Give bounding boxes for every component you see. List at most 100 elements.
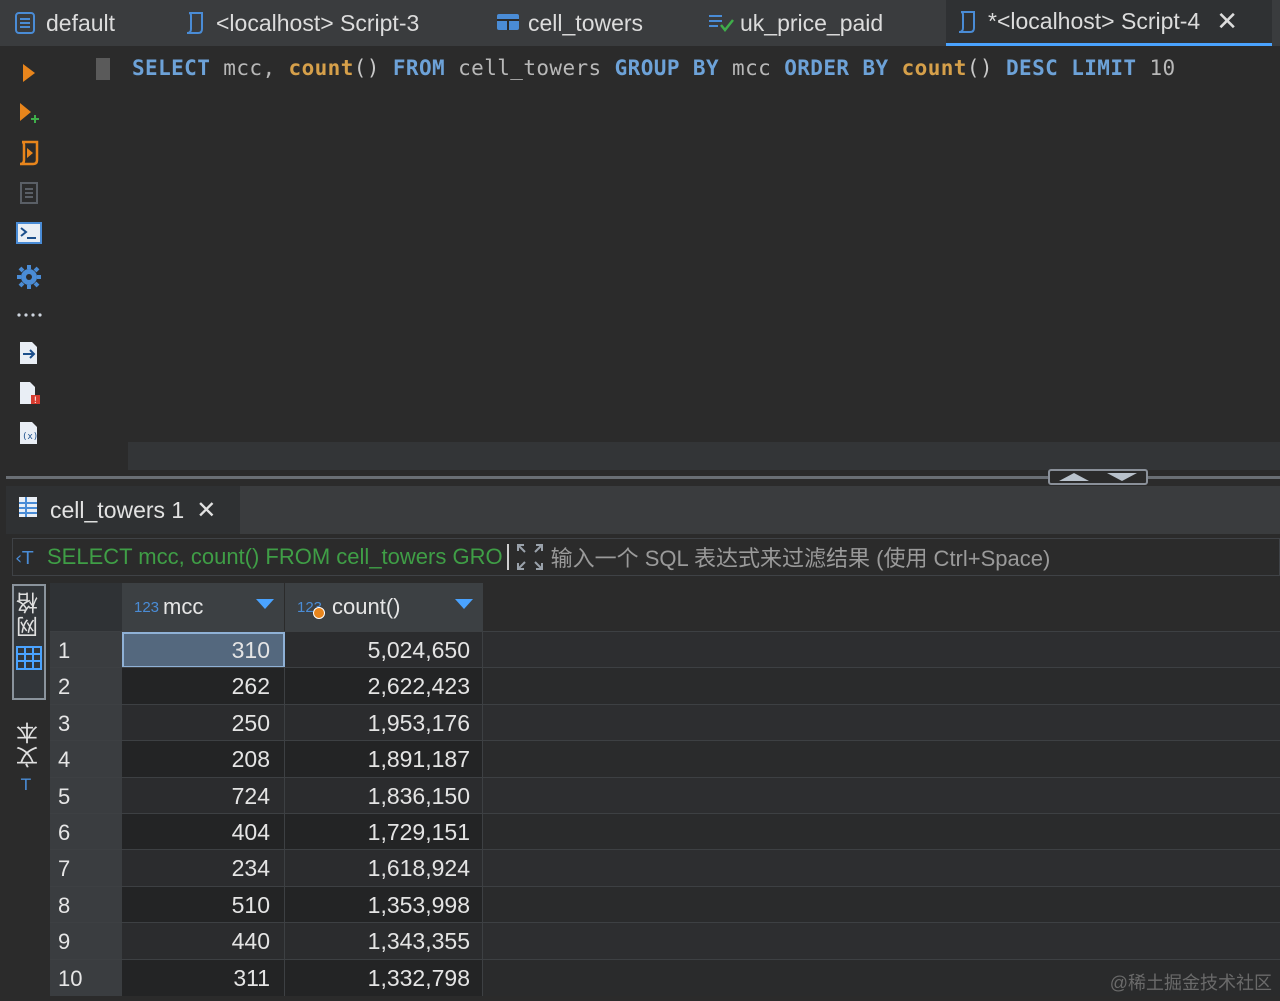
table-icon xyxy=(496,11,519,35)
sql-token: FROM xyxy=(392,56,446,80)
variables-icon[interactable]: (x) xyxy=(16,420,42,446)
tab-cell-towers[interactable]: cell_towers xyxy=(496,0,676,46)
close-icon[interactable]: ✕ xyxy=(1216,6,1238,37)
horizontal-scrollbar[interactable] xyxy=(128,442,1280,470)
side-tab-grid[interactable]: 网格 xyxy=(12,584,46,700)
column-menu-icon[interactable] xyxy=(256,599,274,609)
cell-count[interactable]: 1,343,355 xyxy=(285,923,483,960)
expand-icon[interactable] xyxy=(515,542,545,572)
cell-count[interactable]: 1,353,998 xyxy=(285,886,483,923)
filter-cursor xyxy=(506,544,509,570)
sql-token: SELECT xyxy=(132,56,211,80)
table-row[interactable]: 1 310 5,024,650 xyxy=(50,631,1280,668)
execute-icon[interactable] xyxy=(16,60,42,86)
filter-input-placeholder[interactable]: 输入一个 SQL 表达式来过滤结果 (使用 Ctrl+Space) xyxy=(551,541,1051,573)
terminal-icon[interactable] xyxy=(16,220,42,246)
table-row[interactable]: 4 208 1,891,187 xyxy=(50,740,1280,778)
editor-tab-bar: default <localhost> Script-3 cell_towers… xyxy=(0,0,1280,46)
execute-new-tab-icon[interactable] xyxy=(16,100,42,126)
sql-token: () xyxy=(966,56,1006,80)
table-row[interactable]: 9 440 1,343,355 xyxy=(50,922,1280,960)
table-row[interactable]: 5 724 1,836,150 xyxy=(50,776,1280,814)
table-row[interactable]: 10 311 1,332,798 xyxy=(50,958,1280,996)
row-number[interactable]: 1 xyxy=(50,632,122,668)
cell-mcc[interactable]: 234 xyxy=(122,850,285,887)
cell-mcc[interactable]: 404 xyxy=(122,814,285,850)
cell-count[interactable]: 1,729,151 xyxy=(285,814,483,850)
tab-script-4[interactable]: *<localhost> Script-4 ✕ xyxy=(946,0,1272,46)
table-row[interactable]: 6 404 1,729,151 xyxy=(50,813,1280,850)
sql-token: LIMIT xyxy=(1071,56,1137,80)
execute-script-icon[interactable] xyxy=(16,140,42,166)
row-number[interactable]: 2 xyxy=(50,668,122,705)
tab-script-3[interactable]: <localhost> Script-3 xyxy=(184,0,464,46)
row-filler xyxy=(483,704,1280,741)
header-filler xyxy=(483,583,1280,631)
collapse-up-icon[interactable] xyxy=(1059,473,1089,481)
cell-mcc[interactable]: 724 xyxy=(122,777,285,814)
svg-text:‹T: ‹T xyxy=(15,548,34,569)
cell-mcc[interactable]: 262 xyxy=(122,668,285,705)
row-number[interactable]: 9 xyxy=(50,923,122,960)
row-filler xyxy=(483,668,1280,705)
cell-mcc[interactable]: 208 xyxy=(122,741,285,778)
row-number[interactable]: 5 xyxy=(50,777,122,814)
cell-count[interactable]: 2,622,423 xyxy=(285,668,483,705)
row-number[interactable]: 3 xyxy=(50,704,122,741)
collapse-down-icon[interactable] xyxy=(1107,473,1137,481)
cell-count[interactable]: 1,953,176 xyxy=(285,704,483,741)
numeric-type-icon: 123 xyxy=(297,599,325,619)
results-filter-bar[interactable]: ‹T SELECT mcc, count() FROM cell_towers … xyxy=(12,538,1280,576)
cell-mcc[interactable]: 250 xyxy=(122,704,285,741)
cell-count[interactable]: 1,332,798 xyxy=(285,959,483,996)
tab-label: default xyxy=(46,9,116,36)
editor-toolbar: ! (x) xyxy=(0,46,58,476)
row-number[interactable]: 4 xyxy=(50,741,122,778)
watermark: @稀土掘金技术社区 xyxy=(1109,973,1272,993)
grid-table-icon xyxy=(18,496,38,524)
cell-mcc[interactable]: 310 xyxy=(122,632,285,668)
table-row[interactable]: 3 250 1,953,176 xyxy=(50,703,1280,741)
row-filler xyxy=(483,741,1280,778)
side-tab-text[interactable]: 文本 T xyxy=(12,720,46,810)
filter-history-icon[interactable]: ‹T xyxy=(13,545,43,569)
settings-icon[interactable] xyxy=(16,264,42,290)
column-header-label: mcc xyxy=(163,594,204,619)
cell-mcc[interactable]: 311 xyxy=(122,959,285,996)
row-number[interactable]: 6 xyxy=(50,814,122,850)
column-header-mcc[interactable]: 123 mcc xyxy=(122,583,285,631)
tab-uk-price-paid[interactable]: uk_price_paid xyxy=(708,0,918,46)
cell-count[interactable]: 1,836,150 xyxy=(285,777,483,814)
sql-editor[interactable]: SELECT mcc, count() FROM cell_towers GRO… xyxy=(58,46,1280,442)
cell-count[interactable]: 1,891,187 xyxy=(285,741,483,778)
cell-mcc[interactable]: 510 xyxy=(122,886,285,923)
row-number[interactable]: 8 xyxy=(50,886,122,923)
tab-label: <localhost> Script-3 xyxy=(216,9,420,36)
cell-count[interactable]: 1,618,924 xyxy=(285,850,483,887)
row-number[interactable]: 7 xyxy=(50,850,122,887)
svg-text:T: T xyxy=(20,775,31,794)
sql-token: mcc, xyxy=(210,56,289,80)
numeric-type-icon: 123 xyxy=(134,598,160,616)
more-icon[interactable] xyxy=(16,302,42,328)
side-tab-grid-label: 网格 xyxy=(16,590,41,638)
tab-results-cell-towers-1[interactable]: cell_towers 1 ✕ xyxy=(6,486,240,534)
close-icon[interactable]: ✕ xyxy=(196,496,216,525)
splitter-toggle[interactable] xyxy=(1048,469,1148,485)
table-row[interactable]: 7 234 1,618,924 xyxy=(50,849,1280,887)
sql-statement[interactable]: SELECT mcc, count() FROM cell_towers GRO… xyxy=(132,56,1176,80)
row-number[interactable]: 10 xyxy=(50,959,122,996)
column-header-count[interactable]: 123 count() xyxy=(285,583,483,631)
table-row[interactable]: 8 510 1,353,998 xyxy=(50,885,1280,923)
export-icon[interactable] xyxy=(16,340,42,366)
cell-count[interactable]: 5,024,650 xyxy=(285,632,483,668)
tab-label: cell_towers xyxy=(528,9,644,36)
query-icon xyxy=(708,11,734,35)
tab-default[interactable]: default xyxy=(14,0,164,46)
delete-icon[interactable]: ! xyxy=(16,380,42,406)
column-menu-icon[interactable] xyxy=(455,599,473,609)
sql-token: 10 xyxy=(1136,56,1176,80)
cell-mcc[interactable]: 440 xyxy=(122,923,285,960)
table-row[interactable]: 2 262 2,622,423 xyxy=(50,667,1280,705)
